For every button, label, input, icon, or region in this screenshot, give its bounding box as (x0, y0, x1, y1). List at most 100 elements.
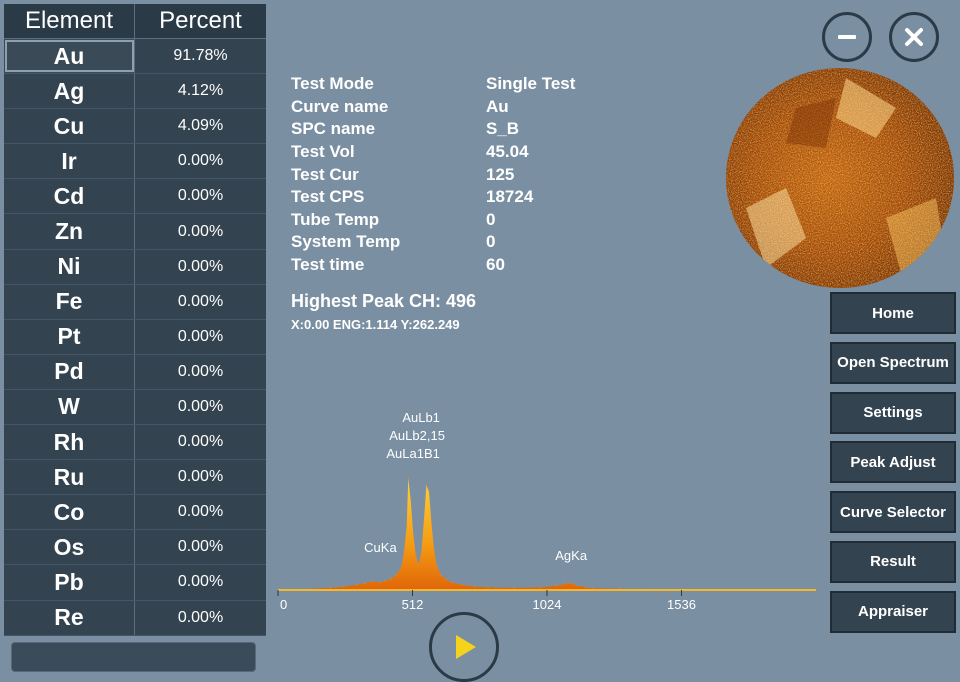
spectrum-chart[interactable]: 0 512 1024 1536 AuLb1 AuLb2,15 AuLa1B1 CuKa AgK… (272, 400, 820, 620)
curve-selector-button[interactable]: Curve Selector (830, 491, 956, 534)
spectrum-point (415, 555, 417, 557)
spectrum-point (450, 581, 452, 583)
peak-adjust-button[interactable]: Peak Adjust (830, 441, 956, 484)
table-row[interactable]: Re 0.00% (4, 600, 266, 636)
spectrum-point (423, 521, 425, 523)
home-button[interactable]: Home (830, 292, 956, 334)
spectrum-point (379, 581, 382, 583)
info-label: Test Mode (291, 74, 374, 94)
spectrum-point (474, 586, 476, 588)
element-percent: 0.00% (177, 538, 224, 556)
table-row[interactable]: Co 0.00% (4, 495, 266, 531)
info-value: 125 (486, 164, 515, 184)
element-symbol: Ru (4, 460, 135, 495)
peak-annotation: CuKa (364, 540, 397, 555)
info-label: Test Vol (291, 142, 355, 162)
result-button[interactable]: Result (830, 540, 956, 583)
element-rows: Au 91.78% Ag 4.12% Cu 4.09% Ir 0.00% Cd 0.00% Zn 0.… (4, 39, 266, 636)
table-row[interactable]: Rh 0.00% (4, 425, 266, 461)
table-row[interactable]: W 0.00% (4, 389, 266, 426)
element-symbol: Pt (4, 319, 135, 354)
spectrum-point (555, 585, 558, 587)
element-percent: 0.00% (177, 152, 224, 170)
info-label: Test time (291, 255, 365, 275)
peak-annotation: AuLa1B1 (386, 446, 440, 461)
element-percent: 4.12% (177, 82, 224, 100)
table-row[interactable]: Cu 4.09% (4, 109, 266, 145)
info-label: Tube Temp (291, 209, 380, 229)
spectrum-point (372, 580, 374, 583)
table-row[interactable]: Ir 0.00% (4, 144, 266, 180)
table-header: Element Percent (4, 4, 266, 39)
element-symbol: Pd (4, 354, 135, 389)
spectrum-point (433, 550, 435, 553)
open-spectrum-button[interactable]: Open Spectrum (830, 341, 956, 384)
spectrum-point (436, 565, 438, 568)
info-row: Test time 60 (291, 254, 711, 277)
element-symbol: Rh (4, 425, 135, 460)
spectrum-point (364, 582, 366, 584)
spectrum-point (572, 583, 575, 585)
spectrum-point (445, 578, 447, 580)
appraiser-button[interactable]: Appraiser (830, 590, 956, 633)
peak-annotation: AgKa (555, 548, 588, 563)
element-percent: 0.00% (177, 292, 224, 310)
spectrum-point (385, 580, 387, 582)
table-row[interactable]: Os 0.00% (4, 530, 266, 566)
spectrum-point (584, 586, 586, 588)
start-test-button[interactable] (429, 612, 499, 682)
peak-annotation: AuLb1 (402, 410, 440, 425)
spectrum-point (563, 583, 565, 585)
info-label: Test Cur (291, 164, 359, 184)
table-row[interactable]: Fe 0.00% (4, 284, 266, 320)
spectrum-point (406, 525, 408, 527)
spectrum-point (400, 565, 403, 568)
spectrum-point (412, 533, 414, 535)
info-row: Tube Temp 0 (291, 209, 711, 232)
info-row: SPC name S_B (291, 118, 711, 141)
spectrum-point (428, 491, 430, 493)
spectrum-point (431, 525, 433, 527)
element-symbol: Fe (4, 284, 135, 319)
spectrum-point (395, 574, 397, 576)
status-bar (11, 642, 256, 672)
sample-image (726, 68, 954, 288)
table-row[interactable]: Pd 0.00% (4, 354, 266, 390)
element-table: Element Percent Au 91.78% Ag 4.12% Cu 4.09% Ir… (4, 4, 266, 636)
table-row[interactable]: Cd 0.00% (4, 179, 266, 215)
element-symbol: Au (4, 39, 135, 74)
spectrum-point (390, 578, 392, 580)
info-row: Test CPS 18724 (291, 186, 711, 209)
element-percent: 0.00% (177, 362, 224, 380)
element-percent: 0.00% (177, 222, 224, 240)
info-row: Test Cur 125 (291, 163, 711, 186)
x-tick-label: 1536 (667, 597, 696, 612)
table-row[interactable]: Pb 0.00% (4, 565, 266, 601)
element-symbol: Ag (4, 74, 135, 109)
info-label: System Temp (291, 232, 401, 252)
element-symbol: Zn (4, 214, 135, 249)
spectrum-point (540, 586, 542, 588)
info-value: 45.04 (486, 142, 529, 162)
close-icon (905, 28, 923, 46)
minimize-button[interactable] (822, 12, 872, 62)
table-row[interactable]: Pt 0.00% (4, 319, 266, 355)
close-button[interactable] (889, 12, 939, 62)
spectrum-point (403, 550, 405, 553)
table-row[interactable]: Ni 0.00% (4, 249, 266, 285)
info-value: 0 (486, 209, 496, 229)
element-percent: 0.00% (177, 468, 224, 486)
spectrum-point (356, 584, 358, 586)
info-value: 60 (486, 255, 505, 275)
test-info-panel: Test Mode Single Test Curve name Au SPC name… (291, 73, 711, 276)
spectrum-point (417, 563, 420, 565)
settings-button[interactable]: Settings (830, 391, 956, 434)
spectrum-point (410, 499, 412, 501)
element-symbol: Co (4, 495, 135, 530)
table-row[interactable]: Zn 0.00% (4, 214, 266, 250)
x-tick-label: 512 (402, 597, 424, 612)
table-row[interactable]: Ru 0.00% (4, 460, 266, 496)
element-percent: 91.78% (173, 47, 228, 65)
table-row[interactable]: Ag 4.12% (4, 74, 266, 110)
table-row[interactable]: Au 91.78% (4, 39, 266, 75)
